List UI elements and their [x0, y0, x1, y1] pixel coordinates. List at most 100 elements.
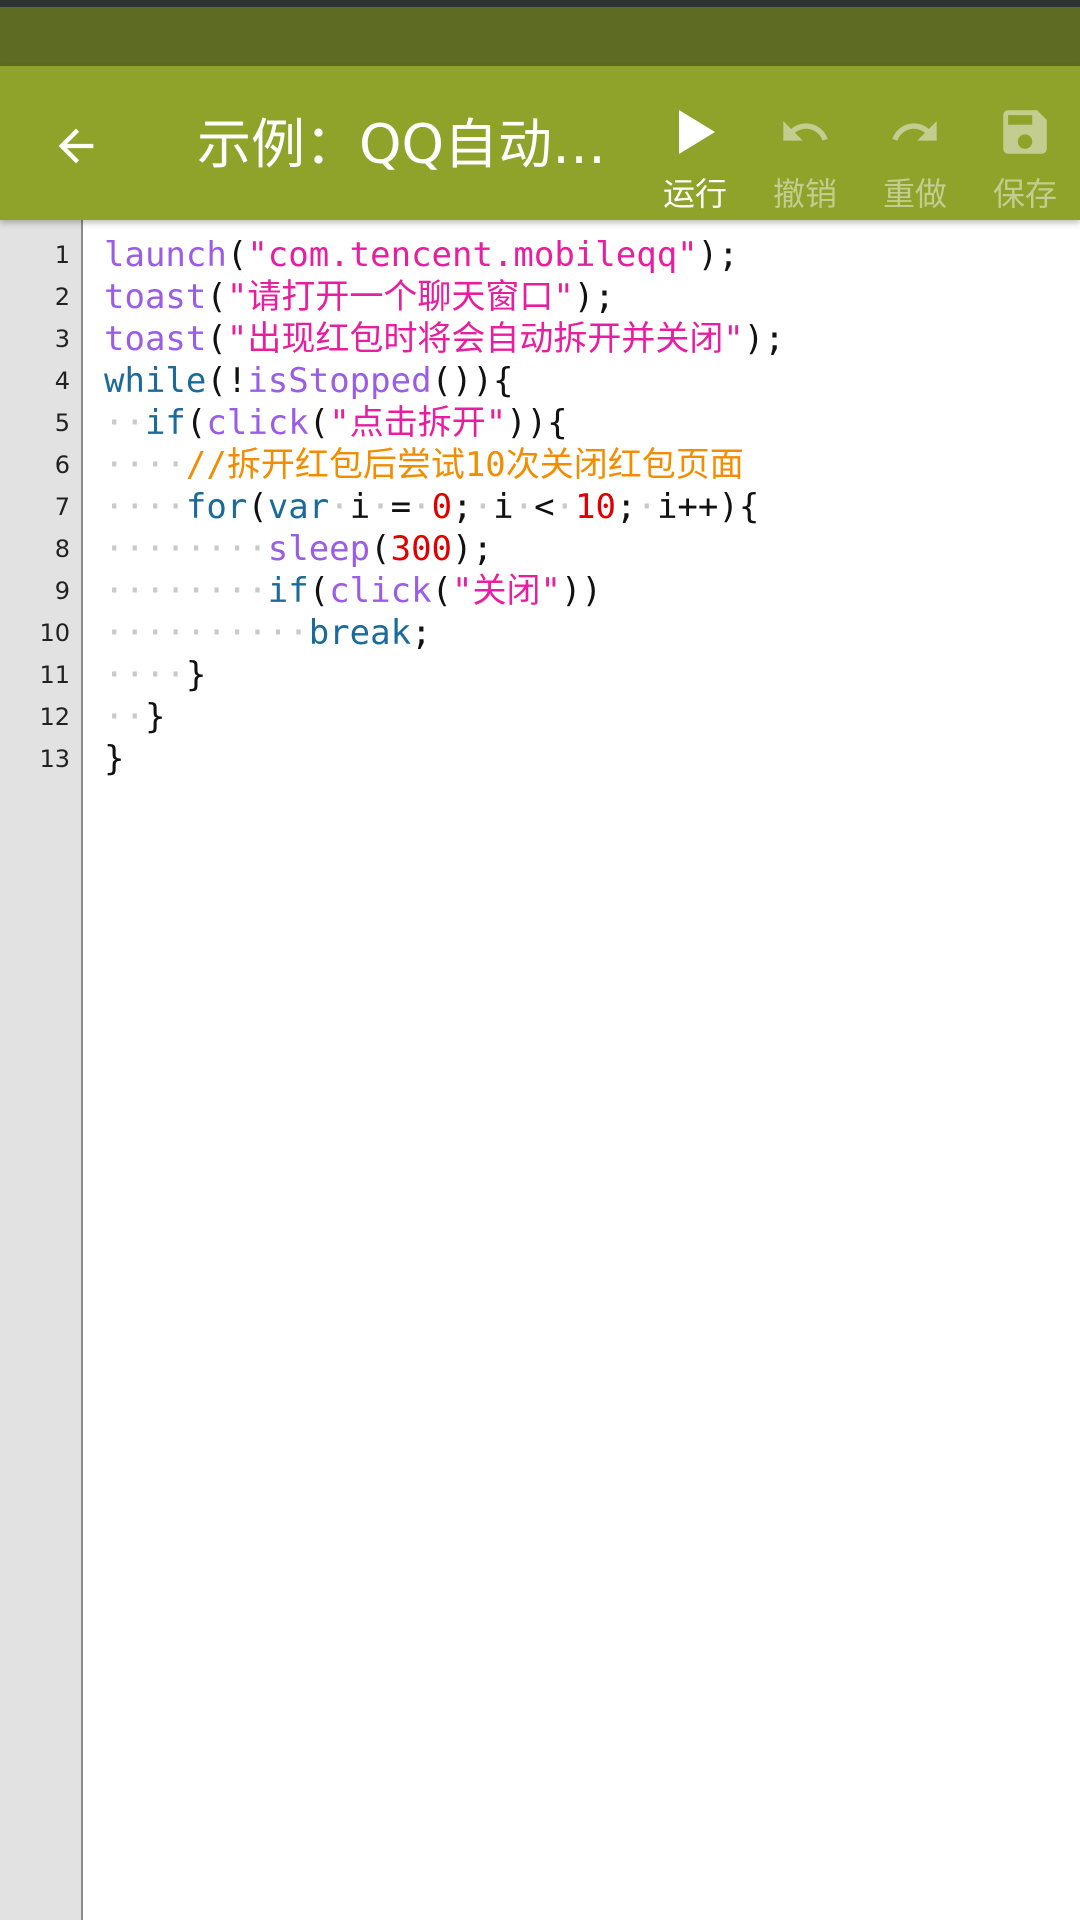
toolbar: 示例：QQ自动… 运行 撤销 重做 保存	[0, 66, 1080, 220]
code-line[interactable]: toast("出现红包时将会自动拆开并关闭");	[104, 318, 785, 360]
code-token-plain: )){	[506, 403, 568, 443]
line-number: 9	[54, 577, 70, 605]
code-token-str: "出现红包时将会自动拆开并关闭"	[226, 319, 744, 359]
line-number: 7	[54, 493, 70, 521]
redo-icon	[892, 121, 937, 141]
code-token-ws: ·	[513, 487, 535, 527]
code-line[interactable]: ········if(click("关闭"))	[104, 570, 602, 612]
code-token-ws: ········	[104, 529, 268, 569]
save-icon	[1003, 110, 1047, 154]
line-number: 3	[54, 325, 70, 353]
code-token-kw: if	[267, 571, 309, 611]
code-line[interactable]: launch("com.tencent.mobileqq");	[104, 234, 739, 276]
code-token-cmt: //拆开红包后尝试10次关闭红包页面	[185, 445, 744, 485]
code-token-ws: ········	[104, 571, 268, 611]
save-button[interactable]: 保存	[971, 96, 1079, 216]
code-token-fn: toast	[104, 277, 207, 317]
line-number: 10	[39, 619, 70, 647]
code-token-ws: ··········	[104, 613, 309, 653]
line-number: 11	[39, 661, 70, 689]
code-line[interactable]: ··········break;	[104, 612, 432, 654]
code-token-fn: sleep	[267, 529, 371, 569]
line-number: 1	[54, 241, 70, 269]
code-token-ws: ····	[104, 445, 186, 485]
code-token-str: "点击拆开"	[329, 403, 507, 443]
code-token-str: "请打开一个聊天窗口"	[226, 277, 574, 317]
line-number: 8	[54, 535, 70, 563]
code-token-plain: (	[226, 235, 248, 275]
code-token-ws: ····	[104, 487, 186, 527]
code-line[interactable]: ····}	[104, 654, 206, 696]
code-token-fn: click	[329, 571, 432, 611]
undo-label: 撤销	[772, 175, 837, 213]
code-token-ws: ····	[104, 655, 186, 695]
code-token-plain: ))	[561, 571, 602, 611]
code-token-plain: (	[185, 403, 207, 443]
code-token-plain: i	[349, 487, 371, 527]
code-token-kw: if	[144, 403, 186, 443]
line-number: 2	[54, 283, 70, 311]
code-token-fn: isStopped	[247, 361, 432, 401]
code-token-kw: while	[104, 361, 207, 401]
code-token-plain: }	[144, 697, 166, 737]
arrow-left-icon	[58, 128, 94, 164]
code-line[interactable]: while(!isStopped()){	[104, 360, 513, 402]
line-number: 12	[39, 703, 70, 731]
redo-button[interactable]: 重做	[861, 96, 969, 216]
code-token-plain: (	[206, 319, 227, 359]
code-token-fn: click	[206, 403, 309, 443]
code-token-ws: ·	[472, 487, 494, 527]
code-token-ws: ··	[104, 403, 145, 443]
code-token-kw: var	[267, 487, 330, 527]
code-token-plain: =	[390, 487, 412, 527]
code-token-plain: );	[573, 277, 615, 317]
status-bar	[0, 0, 1080, 66]
line-number: 6	[54, 451, 70, 479]
code-line[interactable]: ····for(var·i·=·0;·i·<·10;·i++){	[104, 486, 759, 528]
run-button[interactable]: 运行	[641, 96, 749, 216]
save-label: 保存	[992, 175, 1057, 213]
code-token-fn: launch	[104, 235, 227, 275]
code-line[interactable]: }	[104, 738, 124, 780]
code-token-ws: ·	[329, 487, 350, 527]
code-token-plain: );	[743, 319, 785, 359]
code-line[interactable]: ··if(click("点击拆开")){	[104, 402, 568, 444]
code-token-plain: (	[431, 571, 453, 611]
code-token-ws: ·	[370, 487, 391, 527]
code-token-plain: }	[185, 655, 207, 695]
code-token-plain: (	[206, 277, 227, 317]
code-line[interactable]: toast("请打开一个聊天窗口");	[104, 276, 615, 318]
code-token-str: "关闭"	[452, 571, 561, 611]
code-token-num: 0	[431, 487, 453, 527]
undo-icon	[783, 121, 828, 141]
code-token-plain: );	[452, 529, 493, 569]
code-token-plain: );	[697, 235, 739, 275]
code-token-str: "com.tencent.mobileqq"	[247, 235, 698, 275]
code-token-plain: (!	[206, 361, 248, 401]
status-bar-edge	[0, 0, 1080, 7]
undo-button[interactable]: 撤销	[751, 96, 859, 216]
code-token-ws: ··	[104, 697, 145, 737]
code-token-ws: ·	[411, 487, 432, 527]
code-line[interactable]: ··}	[104, 696, 165, 738]
back-button[interactable]	[36, 106, 116, 186]
page-title: 示例：QQ自动…	[197, 113, 607, 176]
code-token-plain: (	[370, 529, 391, 569]
code-token-plain: ;	[411, 613, 432, 653]
line-number: 4	[54, 367, 70, 395]
line-number: 13	[39, 745, 70, 773]
code-line[interactable]: ········sleep(300);	[104, 528, 493, 570]
code-token-plain: i	[493, 487, 514, 527]
code-token-ws: ·	[636, 487, 657, 527]
code-token-num: 300	[390, 529, 453, 569]
code-token-plain: (	[308, 571, 330, 611]
code-token-plain: }	[104, 739, 125, 779]
code-token-kw: break	[308, 613, 412, 653]
code-token-plain: i++){	[656, 487, 760, 527]
code-line[interactable]: ····//拆开红包后尝试10次关闭红包页面	[104, 444, 744, 486]
code-token-plain: ;	[615, 487, 637, 527]
code-token-fn: toast	[104, 319, 207, 359]
code-token-plain: ;	[452, 487, 473, 527]
run-label: 运行	[662, 175, 727, 213]
line-number-gutter: 1 2 3 4 5 6 7 8 9 10 11 12 13	[0, 220, 83, 1920]
